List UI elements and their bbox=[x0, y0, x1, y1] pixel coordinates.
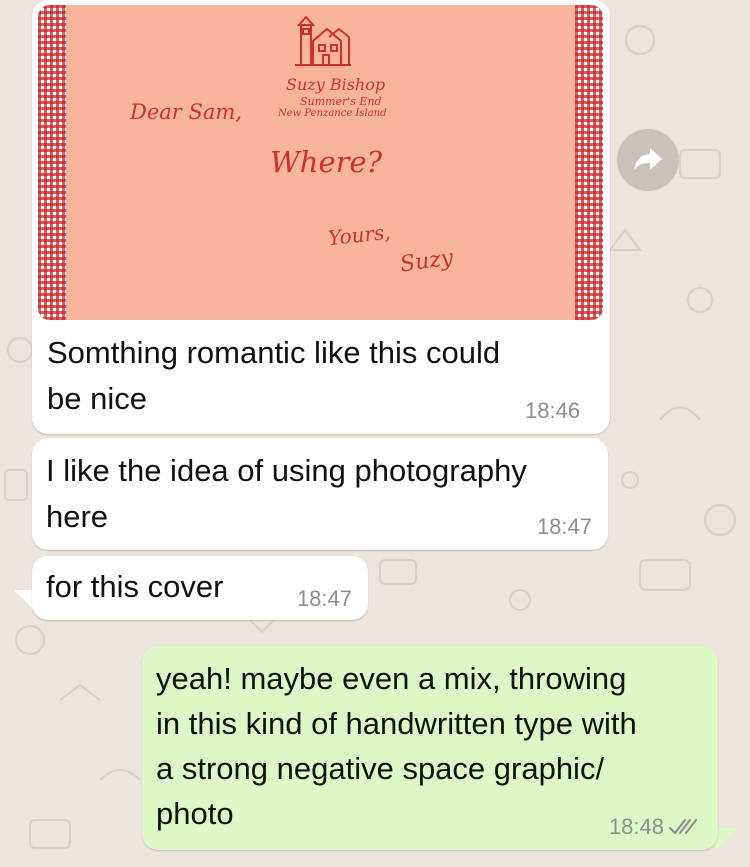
message-text: I like the idea of using photography her… bbox=[46, 453, 527, 534]
image-message-time: 18:46 bbox=[525, 398, 581, 423]
letter-sender-line2: Summer's End bbox=[300, 95, 382, 108]
lighthouse-house-icon bbox=[295, 15, 351, 66]
message-bubble[interactable]: yeah! maybe even a mix, throwing in this… bbox=[142, 646, 718, 850]
bubble-tail bbox=[716, 828, 738, 850]
gingham-border-right bbox=[575, 5, 603, 320]
letter-sender-line3: New Penzance Island bbox=[278, 108, 387, 119]
message-time: 18:48 bbox=[608, 814, 664, 839]
letter-signature: Suzy bbox=[398, 245, 455, 278]
shared-image-letter[interactable]: Suzy Bishop Summer's End New Penzance Is… bbox=[38, 5, 603, 320]
message-text: yeah! maybe even a mix, throwing in this… bbox=[156, 661, 637, 831]
forward-arrow-icon bbox=[634, 148, 662, 171]
letter-closing: Yours, bbox=[326, 219, 392, 251]
letter-greeting: Dear Sam, bbox=[130, 100, 242, 124]
letter-sender-name: Suzy Bishop bbox=[286, 75, 386, 94]
image-caption-text: Somthing romantic like this could be nic… bbox=[47, 335, 501, 416]
message-time: 18:47 bbox=[536, 514, 592, 539]
letter-body: Where? bbox=[270, 145, 383, 179]
message-time: 18:47 bbox=[296, 586, 352, 611]
message-bubble[interactable]: I like the idea of using photography her… bbox=[32, 438, 608, 550]
message-bubble[interactable]: for this cover 18:47 bbox=[32, 556, 368, 620]
gingham-border-left bbox=[38, 5, 66, 320]
forward-button[interactable] bbox=[617, 129, 679, 191]
double-check-icon bbox=[668, 818, 698, 835]
